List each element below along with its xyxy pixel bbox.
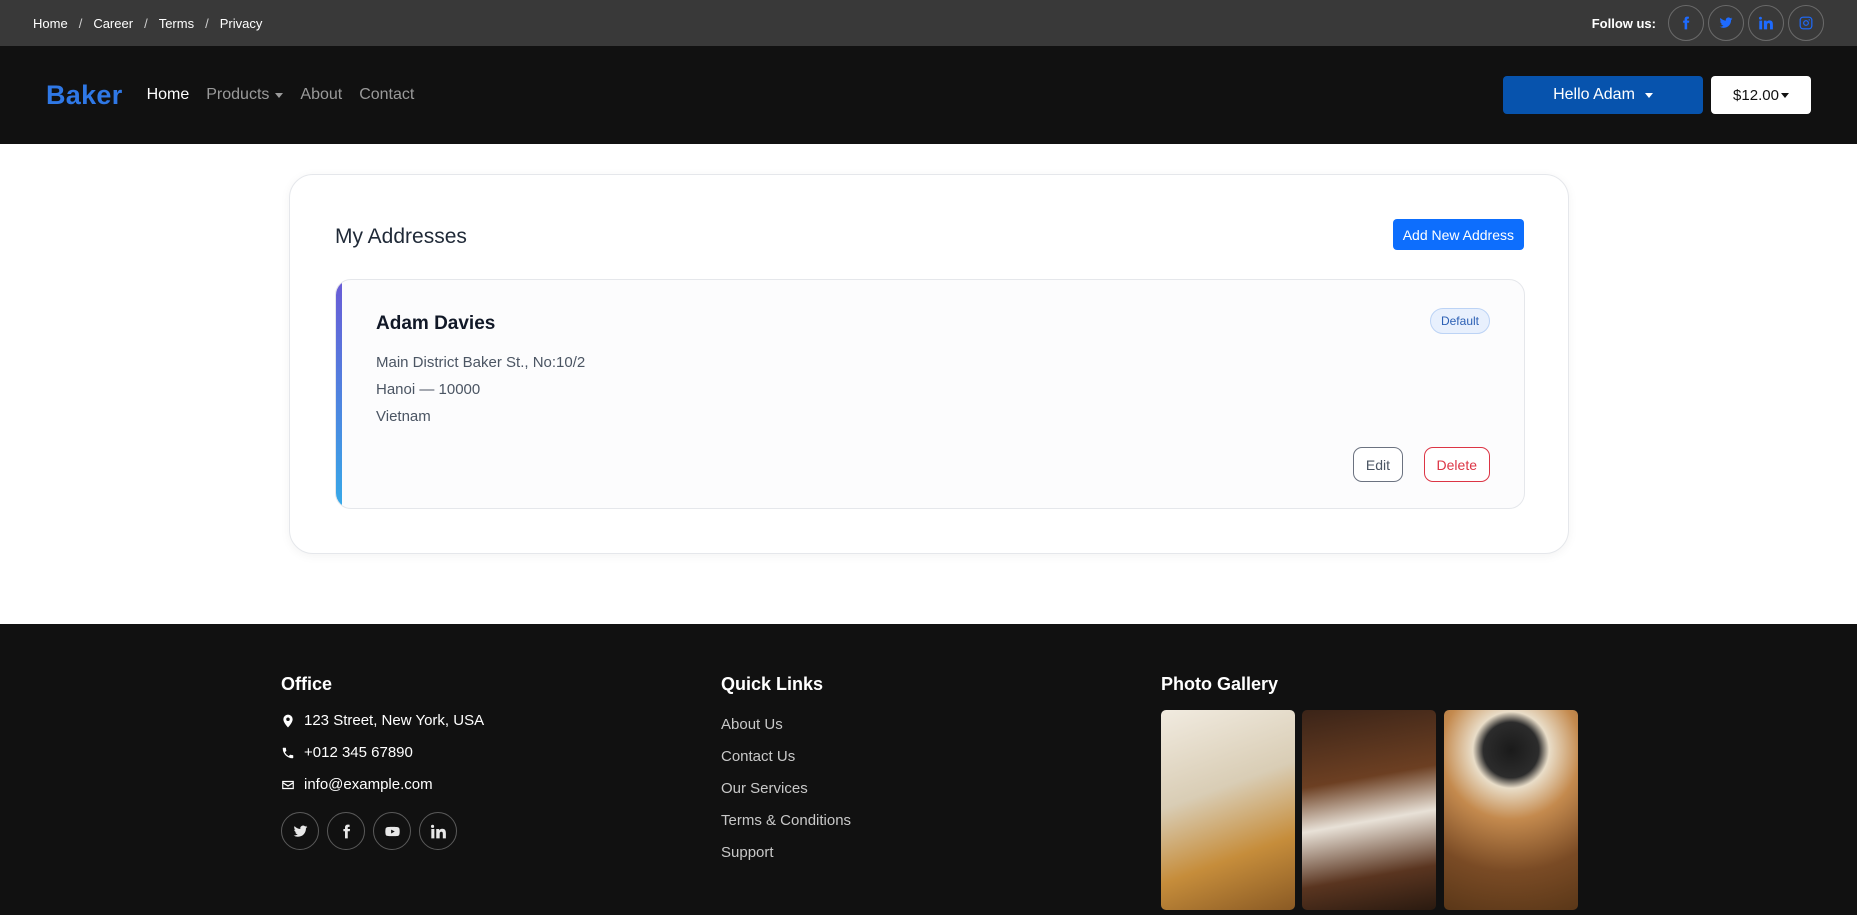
office-email-text: info@example.com xyxy=(304,776,433,793)
user-menu-label: Hello Adam xyxy=(1553,86,1635,103)
user-menu-button[interactable]: Hello Adam xyxy=(1503,76,1703,114)
nav-right: Hello Adam $12.00 xyxy=(1503,76,1811,114)
quick-link-about[interactable]: About Us xyxy=(721,716,783,733)
quick-link-contact[interactable]: Contact Us xyxy=(721,748,795,765)
delete-address-button[interactable]: Delete xyxy=(1423,447,1490,482)
nav-link-home[interactable]: Home xyxy=(147,86,190,104)
cart-total: $12.00 xyxy=(1733,86,1779,104)
page-title: My Addresses xyxy=(335,225,467,248)
quick-links-heading: Quick Links xyxy=(721,674,824,694)
office-address-text: 123 Street, New York, USA xyxy=(304,712,485,729)
chevron-down-icon xyxy=(1644,92,1653,98)
gallery-heading: Photo Gallery xyxy=(1161,674,1279,694)
quick-link-terms[interactable]: Terms & Conditions xyxy=(721,812,851,829)
address-line-2: Hanoi — 10000 xyxy=(376,381,481,398)
top-bar: Home / Career / Terms / Privacy Follow u… xyxy=(0,0,1857,46)
follow-label: Follow us: xyxy=(1591,15,1656,31)
main-navbar: Baker Home Products About Contact Hello … xyxy=(0,46,1857,144)
address-accent-bar xyxy=(336,280,342,508)
breadcrumb-separator: / xyxy=(78,15,83,31)
nav-link-products[interactable]: Products xyxy=(206,86,284,104)
youtube-icon[interactable] xyxy=(373,812,411,850)
footer-social xyxy=(281,812,457,850)
chevron-down-icon xyxy=(1780,92,1789,98)
chevron-down-icon xyxy=(275,92,284,98)
address-line-3: Vietnam xyxy=(376,408,431,425)
footer: Office 123 Street, New York, USA +012 34… xyxy=(0,624,1857,915)
quick-link-support[interactable]: Support xyxy=(721,844,774,861)
nav-link-contact[interactable]: Contact xyxy=(359,86,414,104)
breadcrumb-home[interactable]: Home xyxy=(33,16,68,31)
linkedin-icon[interactable] xyxy=(419,812,457,850)
addresses-card: My Addresses Add New Address Adam Davies… xyxy=(289,174,1569,554)
address-item: Adam Davies Default Main District Baker … xyxy=(335,279,1525,509)
phone-icon xyxy=(282,747,294,758)
envelope-icon xyxy=(282,780,294,789)
breadcrumb-career[interactable]: Career xyxy=(93,16,133,31)
edit-address-button[interactable]: Edit xyxy=(1352,447,1403,482)
nav-link-products-label: Products xyxy=(206,86,270,103)
breadcrumb-separator: / xyxy=(205,15,209,31)
instagram-icon[interactable] xyxy=(1788,5,1824,41)
nav-left: Baker Home Products About Contact xyxy=(46,80,431,111)
office-phone-text: +012 345 67890 xyxy=(304,744,413,761)
map-pin-icon xyxy=(283,714,293,727)
office-heading: Office xyxy=(281,674,333,694)
gallery-photo-cookies-plate[interactable] xyxy=(1302,710,1436,910)
twitter-icon[interactable] xyxy=(281,812,319,850)
breadcrumb-privacy[interactable]: Privacy xyxy=(220,16,263,31)
twitter-icon[interactable] xyxy=(1708,5,1744,41)
add-address-button[interactable]: Add New Address xyxy=(1392,219,1524,250)
default-badge: Default xyxy=(1429,308,1490,334)
office-phone: +012 345 67890 xyxy=(281,744,413,761)
follow-us: Follow us: xyxy=(1592,5,1824,41)
facebook-icon[interactable] xyxy=(1668,5,1704,41)
brand-logo[interactable]: Baker xyxy=(46,80,123,111)
linkedin-icon[interactable] xyxy=(1748,5,1784,41)
office-email: info@example.com xyxy=(281,776,433,793)
breadcrumb: Home / Career / Terms / Privacy xyxy=(33,16,262,31)
quick-link-services[interactable]: Our Services xyxy=(721,780,808,797)
gallery-photo-chocolate-cookies[interactable] xyxy=(1444,710,1578,910)
facebook-icon[interactable] xyxy=(327,812,365,850)
gallery-photo-waffle[interactable] xyxy=(1161,710,1295,910)
office-address: 123 Street, New York, USA xyxy=(281,712,484,729)
address-line-1: Main District Baker St., No:10/2 xyxy=(376,354,586,371)
breadcrumb-terms[interactable]: Terms xyxy=(159,16,194,31)
nav-link-about[interactable]: About xyxy=(300,86,342,104)
breadcrumb-separator: / xyxy=(144,15,148,31)
cart-button[interactable]: $12.00 xyxy=(1711,76,1811,114)
address-name: Adam Davies xyxy=(376,313,496,334)
